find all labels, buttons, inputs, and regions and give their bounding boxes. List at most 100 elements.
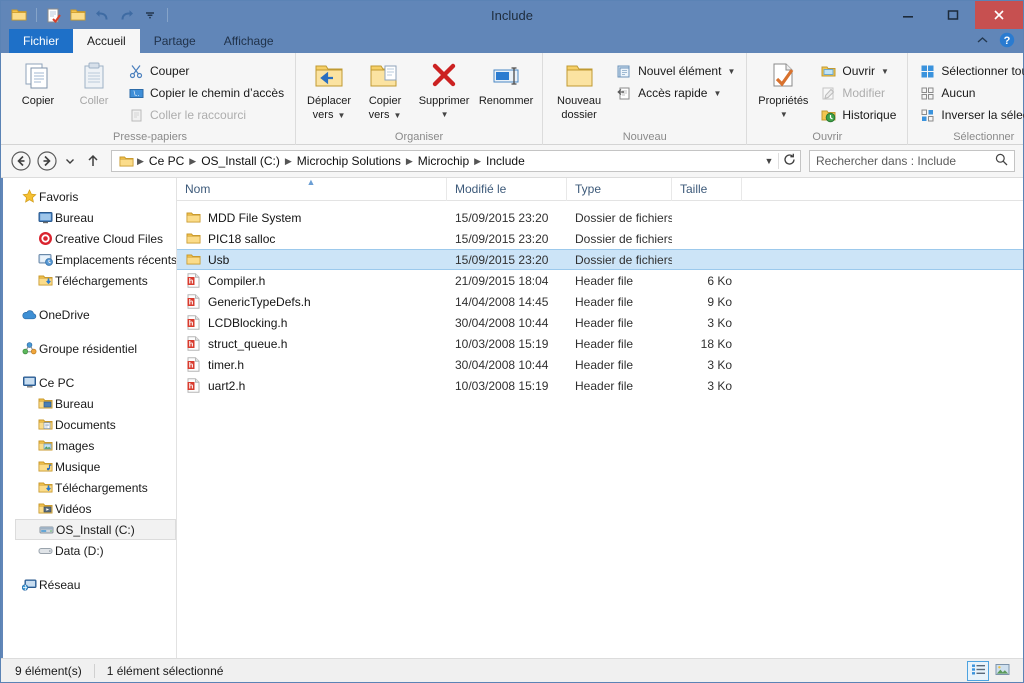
breadcrumb-sep-2[interactable]: ▶ (284, 156, 293, 167)
table-row[interactable]: h timer.h 30/04/2008 10:44 Header file 3… (177, 354, 1023, 375)
sidebar-item-images[interactable]: Images (1, 435, 176, 456)
table-row[interactable]: h GenericTypeDefs.h 14/04/2008 14:45 Hea… (177, 291, 1023, 312)
folder-icon[interactable] (9, 5, 29, 25)
cut-button[interactable]: Couper (123, 60, 289, 82)
minimize-button[interactable] (885, 1, 930, 29)
sidebar-item-emplacements-recents[interactable]: Emplacements récents (1, 249, 176, 270)
column-header-modifie-le[interactable]: Modifié le (447, 177, 567, 201)
breadcrumb-item-1[interactable]: OS_Install (C:) (197, 154, 284, 168)
breadcrumb-item-4[interactable]: Include (482, 154, 529, 168)
sidebar-item-musique[interactable]: Musique (1, 456, 176, 477)
sidebar-item-documents[interactable]: Documents (1, 414, 176, 435)
svg-text:h: h (188, 382, 193, 391)
sidebar-item-reseau[interactable]: Réseau (1, 574, 176, 595)
collapse-ribbon-icon[interactable] (976, 34, 989, 48)
paste-shortcut-label: Coller le raccourci (150, 108, 247, 122)
properties-label: Propriétés (758, 95, 809, 107)
open-button[interactable]: Ouvrir ▼ (815, 60, 901, 82)
refresh-icon[interactable] (778, 153, 800, 169)
forward-button[interactable] (35, 149, 59, 173)
sidebar-item-bureau-fav[interactable]: Bureau (1, 207, 176, 228)
redo-icon[interactable] (116, 5, 136, 25)
move-to-button[interactable]: Déplacer vers ▼ (302, 57, 356, 122)
back-button[interactable] (9, 149, 33, 173)
properties-icon[interactable] (68, 5, 88, 25)
sidebar-item-telechargements-pc[interactable]: Téléchargements (1, 477, 176, 498)
search-icon[interactable] (995, 153, 1008, 169)
breadcrumb-sep-4[interactable]: ▶ (473, 156, 482, 167)
scissors-icon (128, 63, 145, 80)
file-date-cell: 10/03/2008 15:19 (455, 336, 549, 351)
svg-text:h: h (188, 298, 193, 307)
maximize-button[interactable] (930, 1, 975, 29)
breadcrumb-item-3[interactable]: Microchip (414, 154, 473, 168)
tab-partage[interactable]: Partage (140, 29, 210, 53)
properties-button[interactable]: Propriétés ▼ (753, 57, 813, 121)
table-row[interactable]: h LCDBlocking.h 30/04/2008 10:44 Header … (177, 312, 1023, 333)
breadcrumb-sep-3[interactable]: ▶ (405, 156, 414, 167)
table-row[interactable]: h uart2.h 10/03/2008 15:19 Header file 3… (177, 375, 1023, 396)
sidebar-item-os-install-c[interactable]: OS_Install (C:) (15, 519, 176, 540)
search-input[interactable]: Rechercher dans : Include (816, 154, 995, 168)
recent-locations-button[interactable] (61, 149, 79, 173)
breadcrumb-item-0[interactable]: Ce PC (145, 154, 188, 168)
paste-shortcut-button[interactable]: Coller le raccourci (123, 104, 289, 126)
rename-button[interactable]: Renommer (476, 57, 536, 107)
table-row[interactable]: MDD File System 15/09/2015 23:20 Dossier… (177, 207, 1023, 228)
copy-to-button[interactable]: Copier vers ▼ (358, 57, 412, 122)
quick-access-button[interactable]: Accès rapide ▼ (611, 82, 740, 104)
sidebar-item-onedrive[interactable]: OneDrive (1, 304, 176, 325)
table-row[interactable]: PIC18 salloc 15/09/2015 23:20 Dossier de… (177, 228, 1023, 249)
sidebar-item-videos[interactable]: Vidéos (1, 498, 176, 519)
select-none-button[interactable]: Aucun (914, 82, 1024, 104)
copy-button[interactable]: Copier (11, 57, 65, 107)
history-button[interactable]: Historique (815, 104, 901, 126)
file-date-cell: 30/04/2008 10:44 (455, 315, 549, 330)
sidebar-item-favoris[interactable]: Favoris (1, 186, 176, 207)
breadcrumb-sep-1[interactable]: ▶ (188, 156, 197, 167)
tab-accueil[interactable]: Accueil (73, 29, 140, 53)
edit-button[interactable]: Modifier (815, 82, 901, 104)
table-row[interactable]: h Compiler.h 21/09/2015 18:04 Header fil… (177, 270, 1023, 291)
sidebar-item-bureau-pc[interactable]: Bureau (1, 393, 176, 414)
search-box[interactable]: Rechercher dans : Include (809, 150, 1015, 172)
delete-button[interactable]: Supprimer ▼ (414, 57, 474, 121)
column-header-type[interactable]: Type (567, 177, 672, 201)
table-row[interactable]: h struct_queue.h 10/03/2008 15:19 Header… (177, 333, 1023, 354)
column-header-nom[interactable]: ▲ Nom (177, 177, 447, 201)
sidebar-item-creative-cloud-files[interactable]: Creative Cloud Files (1, 228, 176, 249)
star-icon (19, 189, 39, 204)
file-type-cell: Header file (575, 336, 634, 351)
tab-fichier[interactable]: Fichier (9, 29, 74, 53)
breadcrumb-item-2[interactable]: Microchip Solutions (293, 154, 405, 168)
svg-text:?: ? (1004, 35, 1011, 47)
sidebar-item-ce-pc[interactable]: Ce PC (1, 372, 176, 393)
help-icon[interactable]: ? (999, 32, 1015, 51)
file-name-cell: h GenericTypeDefs.h (177, 294, 447, 310)
new-item-button[interactable]: Nouvel élément ▼ (611, 60, 740, 82)
file-date-cell: 15/09/2015 23:20 (455, 252, 549, 267)
new-folder-icon[interactable] (44, 5, 64, 25)
copy-path-button[interactable]: \.. Copier le chemin d’accès (123, 82, 289, 104)
close-button[interactable] (975, 1, 1023, 29)
invert-selection-button[interactable]: Inverser la sélection (914, 104, 1024, 126)
file-list-pane: ▲ Nom Modifié le Type Taille MDD File Sy… (177, 177, 1023, 658)
sidebar-item-telechargements-fav[interactable]: Téléchargements (1, 270, 176, 291)
select-all-button[interactable]: Sélectionner tout (914, 60, 1024, 82)
new-folder-button[interactable]: Nouveau dossier (549, 57, 609, 121)
chevron-down-icon[interactable]: ▼ (760, 156, 778, 166)
sidebar-item-data-d[interactable]: Data (D:) (1, 540, 176, 561)
table-row[interactable]: Usb 15/09/2015 23:20 Dossier de fichiers (177, 249, 1023, 270)
up-button[interactable] (81, 149, 105, 173)
large-icons-view-button[interactable] (991, 661, 1013, 681)
breadcrumb-bar[interactable]: ▶ Ce PC ▶ OS_Install (C:) ▶ Microchip So… (111, 150, 801, 172)
sidebar-item-groupe-residentiel[interactable]: Groupe résidentiel (1, 338, 176, 359)
paste-button[interactable]: Coller (67, 57, 121, 107)
chevron-down-icon[interactable] (140, 5, 160, 25)
details-view-button[interactable] (967, 660, 989, 681)
sidebar-label-bureau-pc: Bureau (55, 396, 94, 411)
column-header-taille[interactable]: Taille (672, 177, 742, 201)
tab-affichage[interactable]: Affichage (210, 29, 288, 53)
open-icon (820, 63, 837, 80)
undo-icon[interactable] (92, 5, 112, 25)
